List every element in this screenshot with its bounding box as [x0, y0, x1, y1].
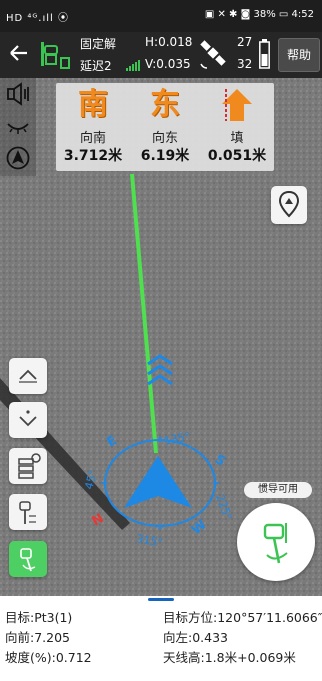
satellite-icon[interactable] [197, 36, 229, 70]
back-arrow-icon[interactable] [8, 42, 30, 64]
collect-receiver-icon [263, 523, 288, 564]
battery-percent: 38% [253, 9, 276, 20]
status-bar: HD ⁴ᴳ.ıll ⦿ ▣ ✕ ✱ ◙ 38% ▭ 4:52 [0, 0, 322, 32]
clock: 4:52 [291, 9, 314, 20]
survey-rod-icon [19, 501, 36, 524]
fill-distance: 0.051米 [207, 148, 267, 164]
inertial-available-badge: 惯导可用 [244, 482, 312, 498]
forward-distance: 向前:7.205 [5, 630, 70, 645]
top-bar: 固定解 延迟2 H:0.018 V:0.035 27 32 帮助 [0, 32, 322, 78]
satellites-visible: 32 [237, 57, 253, 71]
fill-up-arrow-icon [222, 89, 252, 121]
layer-settings-button[interactable] [9, 448, 47, 484]
nav-fill: 填 0.051米 [202, 83, 272, 171]
auto-record-button[interactable] [9, 541, 47, 577]
south-direction: 向南 [79, 131, 106, 146]
device-battery-icon [259, 39, 270, 69]
h-precision: H:0.018 [145, 35, 193, 49]
status-icons: HD ⁴ᴳ.ıll ⦿ [6, 13, 69, 24]
info-panel: 目标:Pt3(1) 目标方位:120°57′11.6066″ 向前:7.205 … [0, 604, 322, 681]
east-direction: 向东 [151, 131, 178, 146]
left-tool-strip [0, 78, 36, 176]
navigation-panel: 南 向南 3.712米 东 向东 6.19米 填 0.051米 [56, 83, 274, 171]
chevron-up-icon [19, 369, 37, 383]
east-distance: 6.19米 [140, 148, 190, 164]
nav-east: 东 向东 6.19米 [130, 83, 200, 171]
status-icons-right: ▣ ✕ ✱ ◙ [204, 9, 254, 20]
target-bearing: 目标方位:120°57′11.6066″ [163, 610, 322, 625]
zoom-out-button[interactable] [9, 402, 47, 438]
layers-settings-icon [18, 453, 41, 479]
delay-status: 延迟2 [80, 59, 112, 73]
south-glyph: 南 [78, 87, 108, 122]
slope-value: 坡度(%):0.712 [5, 650, 92, 665]
chevron-down-icon [19, 410, 37, 427]
locate-point-button[interactable] [271, 186, 307, 224]
battery-icon: ▭ [278, 9, 292, 20]
nav-south: 南 向南 3.712米 [58, 83, 128, 171]
navigation-mode-icon[interactable] [6, 146, 30, 170]
receiver-record-icon [20, 548, 36, 572]
south-distance: 3.712米 [63, 148, 123, 164]
east-glyph: 东 [150, 87, 180, 122]
speaker-icon[interactable] [6, 82, 30, 106]
target-name: 目标:Pt3(1) [5, 610, 73, 625]
zoom-in-button[interactable] [9, 358, 47, 394]
left-distance: 向左:0.433 [163, 630, 228, 645]
rod-settings-button[interactable] [9, 494, 47, 530]
drag-handle[interactable] [148, 598, 174, 601]
fill-direction: 填 [230, 131, 244, 146]
solution-status: 固定解 [80, 37, 117, 51]
signal-icon [126, 60, 140, 71]
receiver-icon[interactable] [37, 40, 71, 70]
collect-point-button[interactable] [237, 503, 315, 581]
antenna-height: 天线高:1.8米+0.069米 [163, 650, 296, 665]
v-precision: V:0.035 [145, 57, 191, 71]
help-button[interactable]: 帮助 [278, 38, 320, 72]
eye-closed-icon[interactable] [6, 114, 30, 138]
map-pin-icon [278, 190, 300, 218]
satellites-used: 27 [237, 35, 253, 49]
